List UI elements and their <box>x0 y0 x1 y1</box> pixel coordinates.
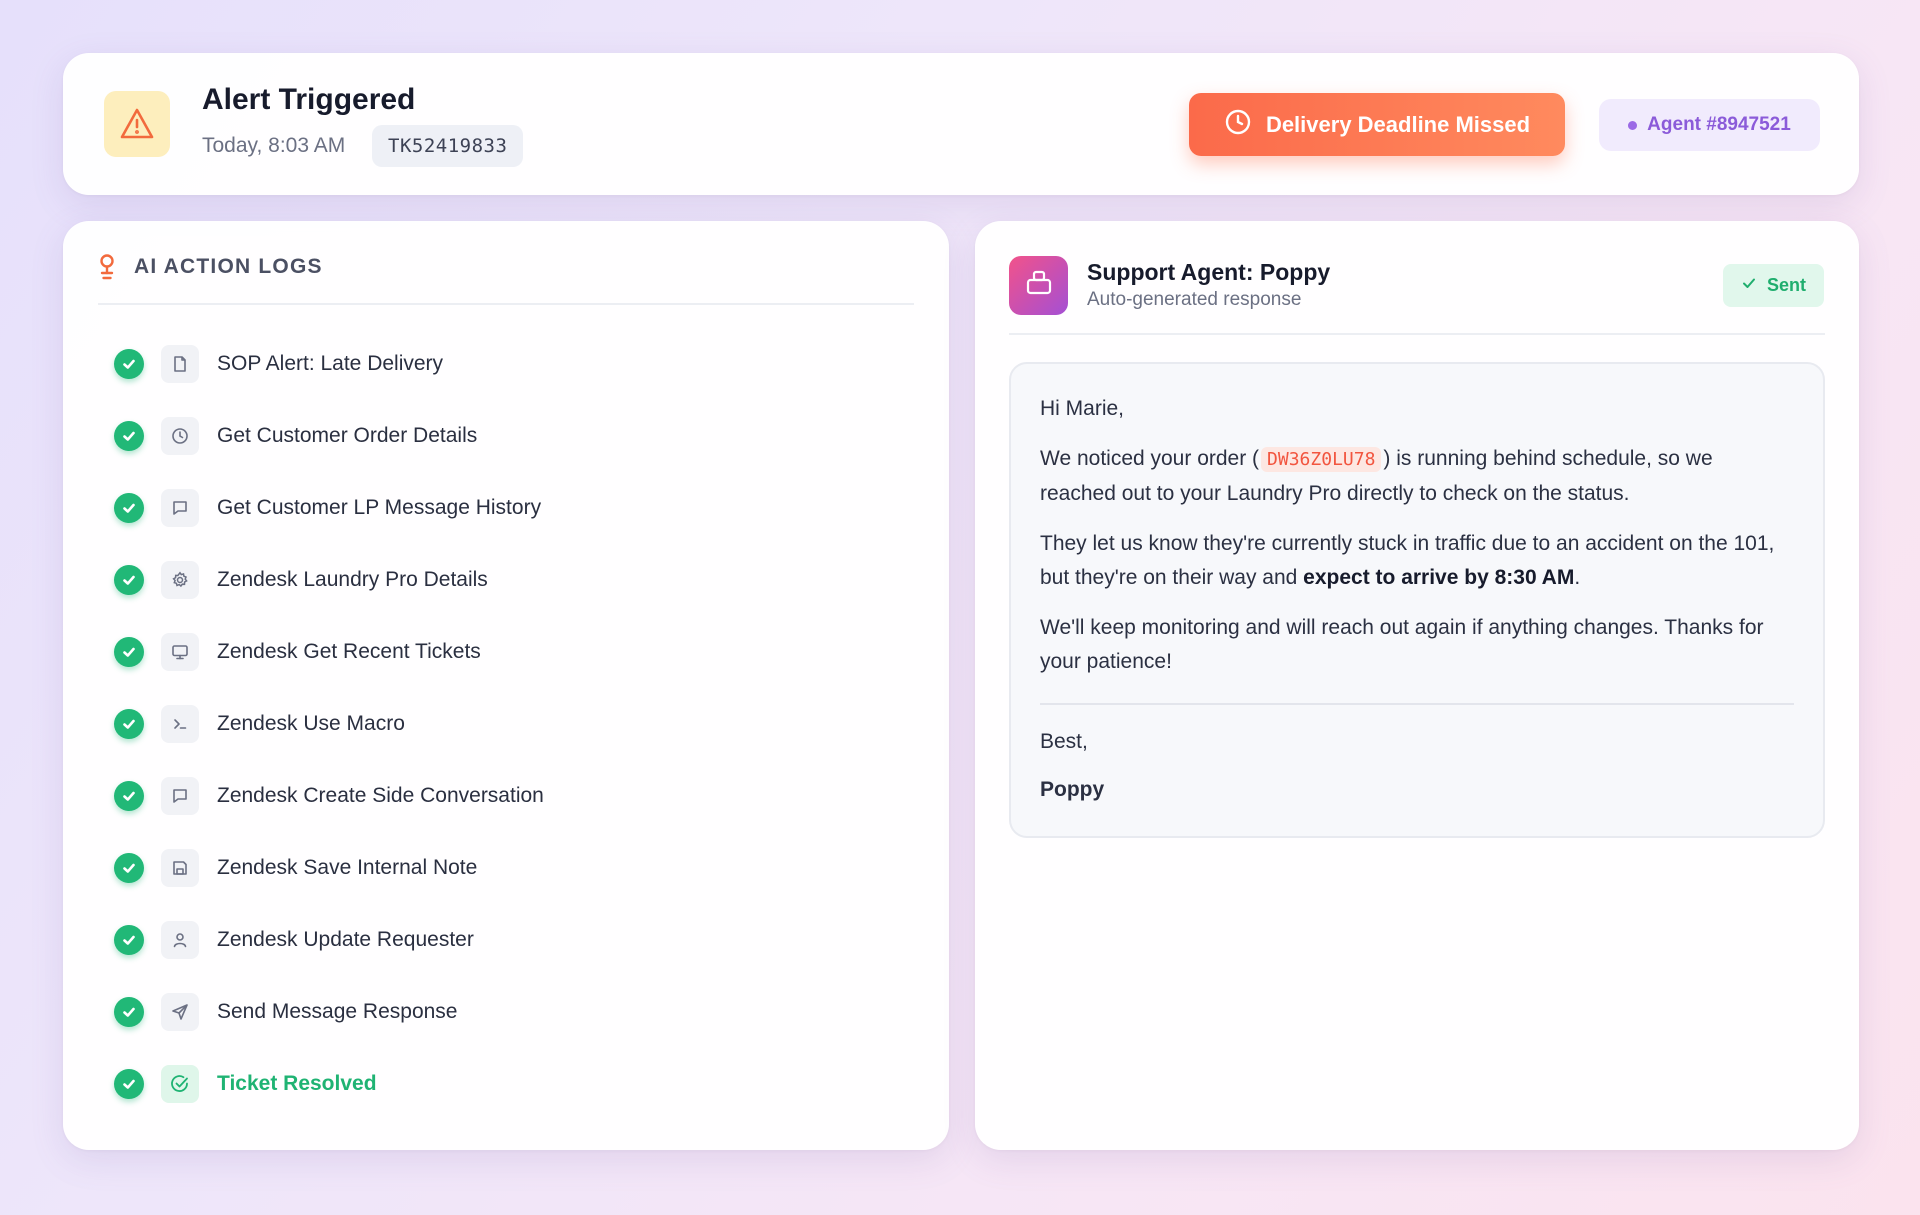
order-code: DW36Z0LU78 <box>1261 447 1382 472</box>
check-circle-icon <box>161 1065 199 1103</box>
message-paragraph: We'll keep monitoring and will reach out… <box>1040 616 1764 673</box>
divider <box>1009 333 1825 335</box>
ai-action-logs-panel: AI ACTION LOGS SOP Alert: Late Delivery … <box>63 221 949 1150</box>
check-icon <box>1741 275 1757 296</box>
log-item-label: Zendesk Use Macro <box>217 712 405 735</box>
message-icon <box>161 489 199 527</box>
deadline-label: Delivery Deadline Missed <box>1265 111 1531 137</box>
agent-name: Support Agent: Poppy <box>1087 259 1331 285</box>
log-item[interactable]: Get Customer Order Details <box>114 416 814 456</box>
check-icon <box>114 493 144 523</box>
arrival-time-text: expect to arrive by 8:30 AM <box>1303 566 1575 589</box>
log-item[interactable]: Zendesk Create Side Conversation <box>114 776 814 816</box>
clock-icon <box>161 417 199 455</box>
log-item-label: Zendesk Get Recent Tickets <box>217 640 481 663</box>
message-paragraph: They let us know they're currently stuck… <box>1040 527 1794 595</box>
check-icon <box>114 1069 144 1099</box>
file-icon <box>161 345 199 383</box>
check-icon <box>114 781 144 811</box>
check-icon <box>114 637 144 667</box>
check-icon <box>114 925 144 955</box>
message-icon <box>161 777 199 815</box>
avatar <box>1009 256 1068 315</box>
log-item-label: Zendesk Save Internal Note <box>217 856 478 879</box>
divider <box>1040 703 1794 705</box>
check-icon <box>114 421 144 451</box>
clock-icon <box>1224 108 1252 142</box>
log-item[interactable]: Get Customer LP Message History <box>114 488 814 528</box>
response-subtitle: Auto-generated response <box>1087 289 1302 310</box>
log-item-label: Zendesk Update Requester <box>217 928 474 951</box>
agent-label: Agent #8947521 <box>1647 114 1791 135</box>
delivery-deadline-button[interactable]: Delivery Deadline Missed <box>1189 93 1565 156</box>
log-item[interactable]: Send Message Response <box>114 992 814 1032</box>
ticket-id-badge: TK52419833 <box>372 125 524 167</box>
check-icon <box>114 853 144 883</box>
logs-header: AI ACTION LOGS <box>98 253 914 305</box>
message-text: . <box>1574 566 1581 589</box>
agent-response-panel: Support Agent: Poppy Auto-generated resp… <box>975 221 1859 1150</box>
logs-title: AI ACTION LOGS <box>134 255 323 278</box>
send-icon <box>161 993 199 1031</box>
log-item-label: Get Customer Order Details <box>217 424 478 447</box>
log-item-label: Get Customer LP Message History <box>217 496 542 519</box>
status-dot-icon <box>1628 120 1638 130</box>
log-item-label: SOP Alert: Late Delivery <box>217 352 444 375</box>
robot-icon <box>1024 268 1054 303</box>
log-item-label: Send Message Response <box>217 1000 458 1023</box>
check-icon <box>114 709 144 739</box>
log-item[interactable]: Zendesk Laundry Pro Details <box>114 560 814 600</box>
message-paragraph: We noticed your order (DW36Z0LU78) is ru… <box>1040 442 1794 511</box>
check-icon <box>114 997 144 1027</box>
log-item[interactable]: Zendesk Use Macro <box>114 704 814 744</box>
log-item[interactable]: Zendesk Save Internal Note <box>114 848 814 888</box>
message-text: We noticed your order ( <box>1040 447 1260 470</box>
status-badge: Sent <box>1723 264 1824 307</box>
log-item-label: Zendesk Create Side Conversation <box>217 784 544 807</box>
log-item[interactable]: SOP Alert: Late Delivery <box>114 344 814 384</box>
log-item[interactable]: Zendesk Update Requester <box>114 920 814 960</box>
message-closing: Best, <box>1040 730 1088 753</box>
gear-icon <box>161 561 199 599</box>
alert-header: Alert Triggered Today, 8:03 AM TK5241983… <box>63 53 1859 195</box>
status-label: Sent <box>1766 275 1806 295</box>
message-body: Hi Marie, We noticed your order (DW36Z0L… <box>1009 362 1825 838</box>
warning-icon <box>104 91 170 157</box>
user-icon <box>161 921 199 959</box>
save-icon <box>161 849 199 887</box>
message-greeting: Hi Marie, <box>1040 397 1125 420</box>
log-item[interactable]: Ticket Resolved <box>114 1064 814 1104</box>
check-icon <box>114 565 144 595</box>
lightbulb-icon <box>98 253 116 288</box>
terminal-icon <box>161 705 199 743</box>
check-icon <box>114 349 144 379</box>
agent-badge[interactable]: Agent #8947521 <box>1599 99 1820 151</box>
log-item-label: Ticket Resolved <box>217 1072 377 1095</box>
alert-timestamp: Today, 8:03 AM <box>202 134 346 157</box>
monitor-icon <box>161 633 199 671</box>
log-item-label: Zendesk Laundry Pro Details <box>217 568 488 591</box>
page-title: Alert Triggered <box>202 83 416 116</box>
log-item[interactable]: Zendesk Get Recent Tickets <box>114 632 814 672</box>
message-signature: Poppy <box>1040 778 1105 801</box>
